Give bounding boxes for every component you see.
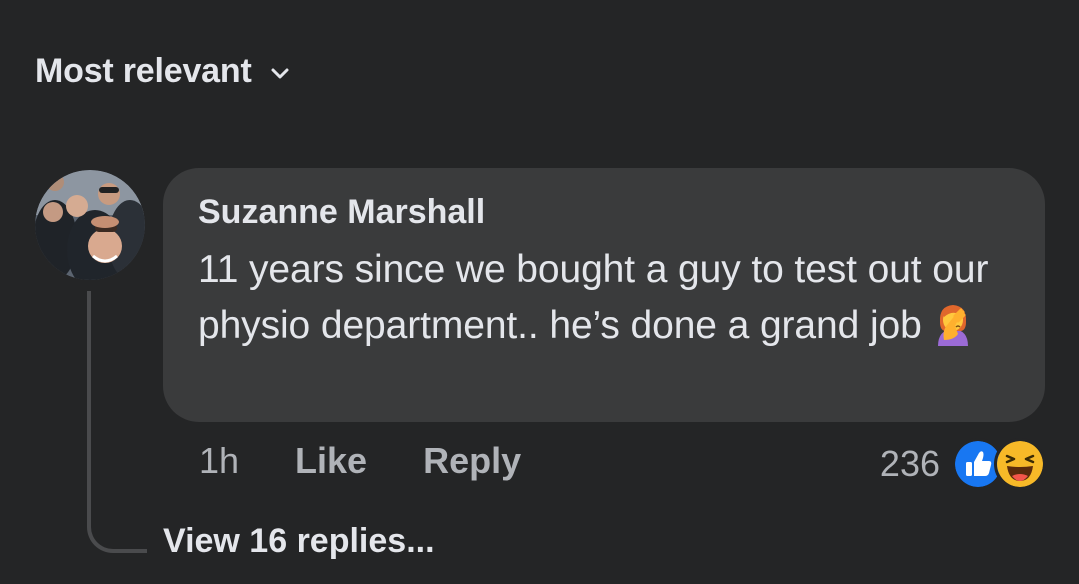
comment-timestamp[interactable]: 1h — [199, 440, 239, 482]
like-button[interactable]: Like — [295, 440, 367, 482]
reply-button[interactable]: Reply — [423, 440, 521, 482]
reply-thread-line — [87, 291, 147, 553]
reaction-count: 236 — [879, 443, 940, 484]
view-replies-link[interactable]: View 16 replies... — [163, 522, 435, 561]
reactions-summary[interactable]: 236 — [880, 438, 1046, 490]
comment-text: 11 years since we bought a guy to test o… — [198, 242, 1011, 354]
avatar[interactable] — [35, 170, 145, 280]
comment-bubble: Suzanne Marshall 11 years since we bough… — [163, 168, 1045, 422]
sort-dropdown[interactable]: Most relevant — [35, 52, 290, 91]
haha-reaction-icon — [994, 438, 1046, 490]
chevron-down-icon — [271, 68, 289, 78]
sort-label: Most relevant — [35, 52, 252, 90]
comment-body: 11 years since we bought a guy to test o… — [198, 248, 989, 347]
avatar-photo — [35, 170, 145, 280]
comment-actions: 1h Like Reply — [199, 440, 521, 482]
woman-facepalming-emoji-icon — [937, 305, 968, 346]
comment-author[interactable]: Suzanne Marshall — [198, 190, 485, 234]
